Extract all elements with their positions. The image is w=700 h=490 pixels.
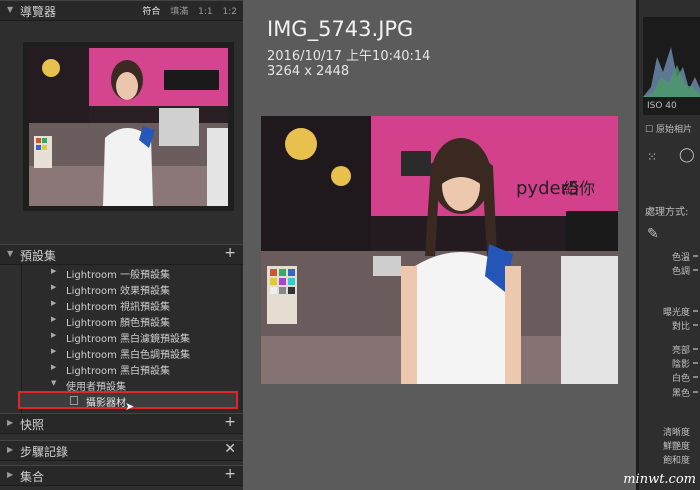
slider-track[interactable] bbox=[693, 391, 698, 393]
slider-track[interactable] bbox=[693, 324, 698, 326]
zoom-1-1[interactable]: 1:1 bbox=[198, 7, 212, 17]
slider-track[interactable] bbox=[693, 362, 698, 364]
process-label: 處理方式: bbox=[645, 207, 689, 218]
add-collection-icon[interactable]: + bbox=[224, 466, 236, 482]
watermark: minwt.com bbox=[623, 472, 696, 487]
navigator-header[interactable]: ▼ 導覽器 符合 填滿 1:1 1:2 bbox=[0, 0, 243, 21]
presets-header[interactable]: ▼ 預設集 + bbox=[0, 244, 243, 265]
navigator-thumbnail-image bbox=[29, 48, 228, 206]
presets-title: 預設集 bbox=[20, 249, 57, 263]
preset-folder[interactable]: ▶ Lightroom 一般預設集 bbox=[22, 265, 241, 281]
image-view: IMG_5743.JPG 2016/10/17 上午10:40:14 3264 … bbox=[243, 0, 636, 490]
expand-triangle-icon[interactable]: ▶ bbox=[7, 418, 13, 427]
expand-triangle-icon[interactable]: ▶ bbox=[51, 299, 56, 307]
zoom-1-2[interactable]: 1:2 bbox=[223, 7, 237, 17]
preset-folder[interactable]: ▶ Lightroom 視訊預設集 bbox=[22, 297, 241, 313]
expand-triangle-icon[interactable]: ▶ bbox=[51, 283, 56, 291]
snapshots-header[interactable]: ▶ 快照 + bbox=[0, 413, 243, 434]
collapse-triangle-icon[interactable]: ▼ bbox=[51, 379, 56, 387]
left-panel: ▼ 導覽器 符合 填滿 1:1 1:2 ▼ 預設集 + ▶ Lightroom … bbox=[0, 0, 243, 490]
original-photo-checkbox[interactable]: ☐ 原始相片 bbox=[645, 122, 692, 135]
preset-folder[interactable]: ▶ Lightroom 顏色預設集 bbox=[22, 313, 241, 329]
clear-history-icon[interactable]: ✕ bbox=[224, 441, 236, 457]
add-preset-icon[interactable]: + bbox=[224, 245, 236, 261]
slider-track[interactable] bbox=[693, 269, 698, 271]
collapse-triangle-icon[interactable]: ▼ bbox=[7, 249, 13, 258]
collections-header[interactable]: ▶ 集合 + bbox=[0, 465, 243, 486]
zoom-fill[interactable]: 填滿 bbox=[170, 7, 188, 17]
eyedropper-icon[interactable]: ✎ bbox=[647, 226, 659, 242]
preset-file-icon bbox=[70, 396, 78, 405]
expand-triangle-icon[interactable]: ▶ bbox=[7, 470, 13, 479]
photo-filename: IMG_5743.JPG bbox=[267, 17, 414, 41]
spot-tool-icon[interactable]: ◯ bbox=[679, 147, 695, 163]
expand-triangle-icon[interactable]: ▶ bbox=[51, 347, 56, 355]
preset-folder[interactable]: ▶ Lightroom 黑白預設集 bbox=[22, 361, 241, 377]
expand-triangle-icon[interactable]: ▶ bbox=[51, 315, 56, 323]
add-snapshot-icon[interactable]: + bbox=[224, 414, 236, 430]
collapse-triangle-icon[interactable]: ▼ bbox=[7, 5, 13, 14]
svg-text:給你: 給你 bbox=[563, 179, 595, 198]
zoom-fit[interactable]: 符合 bbox=[142, 7, 160, 17]
slider-track[interactable] bbox=[693, 376, 698, 378]
preset-folder[interactable]: ▶ Lightroom 效果預設集 bbox=[22, 281, 241, 297]
navigator-title: 導覽器 bbox=[20, 5, 57, 19]
photo-dimensions: 3264 x 2448 bbox=[267, 64, 350, 79]
photo-datetime: 2016/10/17 上午10:40:14 bbox=[267, 49, 431, 64]
preset-folder[interactable]: ▶ Lightroom 黑白色調預設集 bbox=[22, 345, 241, 361]
navigator-preview[interactable] bbox=[23, 42, 234, 211]
iso-label: ISO 40 bbox=[647, 101, 677, 111]
expand-triangle-icon[interactable]: ▶ bbox=[7, 445, 13, 454]
expand-triangle-icon[interactable]: ▶ bbox=[51, 363, 56, 371]
main-photo[interactable]: pyder5 給你 bbox=[261, 116, 618, 384]
slider-track[interactable] bbox=[693, 310, 698, 312]
right-panel: ISO 40 ☐ 原始相片 ⁙ ◯ 處理方式: ✎ 色溫 色調 曝光度 對比 亮… bbox=[636, 0, 700, 490]
slider-track[interactable] bbox=[693, 255, 698, 257]
history-header[interactable]: ▶ 步驟記錄 ✕ bbox=[0, 440, 243, 461]
expand-triangle-icon[interactable]: ▶ bbox=[51, 267, 56, 275]
preset-folder[interactable]: ▶ Lightroom 黑白濾鏡預設集 bbox=[22, 329, 241, 345]
mouse-cursor-icon: ➤ bbox=[125, 400, 135, 413]
zoom-options: 符合 填滿 1:1 1:2 bbox=[135, 4, 237, 17]
expand-triangle-icon[interactable]: ▶ bbox=[51, 331, 56, 339]
crop-tool-icon[interactable]: ⁙ bbox=[647, 150, 657, 164]
slider-track[interactable] bbox=[693, 348, 698, 350]
